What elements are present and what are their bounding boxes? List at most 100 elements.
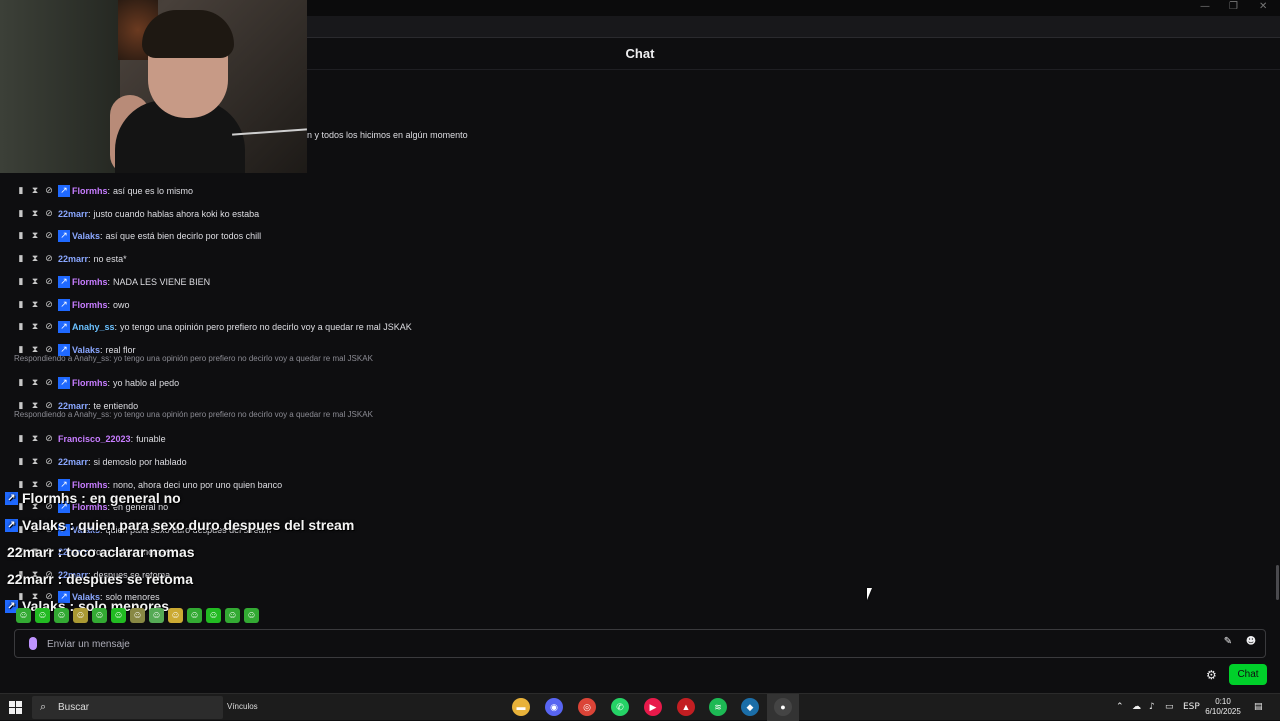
mic-icon[interactable]	[29, 637, 37, 650]
chat-username[interactable]: Flormhs	[72, 182, 108, 200]
timeout-icon[interactable]: ⧗	[28, 273, 42, 291]
minimize-icon[interactable]: —	[1200, 1, 1210, 12]
chat-message[interactable]: ▮ ⧗ ⊘ ↗ Valaks: así que está bien decirlo por…	[14, 227, 261, 245]
overlay-message: ↗ Flormhs : en general no	[3, 485, 181, 511]
chat-input[interactable]	[47, 636, 1147, 652]
chat-message[interactable]: ▮ ⧗ ⊘ ↗ Anahy_ss: yo tengo una opinión pero p…	[14, 318, 412, 336]
emoji-icon[interactable]: ☻	[1244, 636, 1258, 650]
emote-icon[interactable]: ☺	[187, 608, 202, 623]
chat-username[interactable]: 22marr	[58, 453, 88, 471]
media-player-icon[interactable]: ▶	[644, 698, 662, 716]
chat-message[interactable]: ▮ ⧗ ⊘ 22marr: justo cuando hablas ahora koki…	[14, 205, 260, 223]
chevron-up-icon[interactable]: ⌃	[1116, 702, 1124, 712]
timeout-icon[interactable]: ⧗	[28, 453, 42, 471]
emote-icon[interactable]: ☺	[73, 608, 88, 623]
language-indicator[interactable]: ESP	[1183, 702, 1200, 712]
chat-message-text: no esta*	[93, 254, 127, 264]
ban-icon[interactable]: ⊘	[42, 182, 56, 200]
ban-icon[interactable]: ⊘	[42, 453, 56, 471]
chat-username[interactable]: 22marr	[58, 250, 88, 268]
emote-icon[interactable]: ☺	[54, 608, 69, 623]
delete-icon[interactable]: ▮	[14, 430, 28, 448]
gear-icon[interactable]: ⚙	[1206, 668, 1217, 682]
delete-icon[interactable]: ▮	[14, 227, 28, 245]
chrome-icon[interactable]: ◎	[578, 698, 596, 716]
links-toolbar[interactable]: Vínculos	[227, 702, 258, 711]
close-icon[interactable]: ✕	[1259, 1, 1267, 12]
timeout-icon[interactable]: ⧗	[28, 250, 42, 268]
timeout-icon[interactable]: ⧗	[28, 227, 42, 245]
windows-start-icon[interactable]	[9, 701, 22, 714]
chat-input-box[interactable]: ✎ ☻	[14, 629, 1266, 658]
timeout-icon[interactable]: ⧗	[28, 182, 42, 200]
emote-icon[interactable]: ☺	[16, 608, 31, 623]
delete-icon[interactable]: ▮	[14, 182, 28, 200]
chat-message[interactable]: ▮ ⧗ ⊘ ↗ Flormhs: así que es lo mismo	[14, 182, 193, 200]
spotify-icon[interactable]: ≋	[709, 698, 727, 716]
timeout-icon[interactable]: ⧗	[28, 296, 42, 314]
file-explorer-icon[interactable]: ▬	[512, 698, 530, 716]
chat-username[interactable]: Flormhs	[72, 296, 108, 314]
delete-icon[interactable]: ▮	[14, 205, 28, 223]
prime-badge-icon: ↗	[58, 321, 70, 333]
steam-icon[interactable]: ◆	[741, 698, 759, 716]
ban-icon[interactable]: ⊘	[42, 273, 56, 291]
emote-row[interactable]: ☺ ☺ ☺ ☺ ☺ ☺ ☺ ☺ ☺ ☺ ☺ ☺ ☺	[16, 608, 259, 624]
emote-icon[interactable]: ☺	[244, 608, 259, 623]
delete-icon[interactable]: ▮	[14, 273, 28, 291]
chat-message-text: así que es lo mismo	[113, 186, 194, 196]
emote-icon[interactable]: ☺	[225, 608, 240, 623]
overlay-text: quien para sexo duro despues del stream	[78, 517, 355, 533]
emote-icon[interactable]: ☺	[111, 608, 126, 623]
notifications-icon[interactable]: ▤	[1254, 702, 1263, 712]
game-app-icon[interactable]: ▲	[677, 698, 695, 716]
chat-username[interactable]: Flormhs	[72, 374, 108, 392]
emote-icon[interactable]: ☺	[168, 608, 183, 623]
discord-icon[interactable]: ◉	[545, 698, 563, 716]
ban-icon[interactable]: ⊘	[42, 227, 56, 245]
chat-username[interactable]: Anahy_ss	[72, 318, 115, 336]
ban-icon[interactable]: ⊘	[42, 205, 56, 223]
obs-icon[interactable]: ●	[774, 698, 792, 716]
ban-icon[interactable]: ⊘	[42, 374, 56, 392]
chat-username[interactable]: Francisco_22023	[58, 430, 131, 448]
emote-icon[interactable]: ☺	[130, 608, 145, 623]
chat-message[interactable]: ▮ ⧗ ⊘ 22marr: no esta*	[14, 250, 127, 268]
chat-username[interactable]: Flormhs	[72, 273, 108, 291]
emote-icon[interactable]: ☺	[149, 608, 164, 623]
volume-icon[interactable]: ♪	[1149, 702, 1155, 712]
emote-icon[interactable]: ☺	[206, 608, 221, 623]
ban-icon[interactable]: ⊘	[42, 250, 56, 268]
emote-icon[interactable]: ☺	[92, 608, 107, 623]
scrollbar[interactable]	[1276, 565, 1279, 600]
whatsapp-icon[interactable]: ✆	[611, 698, 629, 716]
chat-send-button[interactable]: Chat	[1229, 664, 1267, 685]
ban-icon[interactable]: ⊘	[42, 430, 56, 448]
chat-message[interactable]: ▮ ⧗ ⊘ ↗ Flormhs: NADA LES VIENE BIEN	[14, 273, 210, 291]
delete-icon[interactable]: ▮	[14, 374, 28, 392]
taskbar-search[interactable]: ⌕ Buscar	[32, 696, 223, 719]
translate-icon[interactable]: ✎	[1221, 636, 1235, 650]
delete-icon[interactable]: ▮	[14, 318, 28, 336]
ban-icon[interactable]: ⊘	[42, 296, 56, 314]
cloud-icon[interactable]: ☁	[1132, 702, 1141, 712]
maximize-icon[interactable]: ❐	[1229, 1, 1238, 12]
overlay-message: 22marr : toco aclarar nomas	[7, 544, 195, 560]
network-icon[interactable]: ▭	[1165, 702, 1174, 712]
timeout-icon[interactable]: ⧗	[28, 430, 42, 448]
delete-icon[interactable]: ▮	[14, 250, 28, 268]
chat-message[interactable]: ▮ ⧗ ⊘ ↗ Flormhs: owo	[14, 296, 130, 314]
emote-icon[interactable]: ☺	[35, 608, 50, 623]
chat-username[interactable]: 22marr	[58, 205, 88, 223]
delete-icon[interactable]: ▮	[14, 296, 28, 314]
ban-icon[interactable]: ⊘	[42, 318, 56, 336]
timeout-icon[interactable]: ⧗	[28, 205, 42, 223]
taskbar-clock[interactable]: 0:10 6/10/2025	[1201, 697, 1245, 717]
chat-message[interactable]: ▮ ⧗ ⊘ 22marr: si demoslo por hablado	[14, 453, 187, 471]
delete-icon[interactable]: ▮	[14, 453, 28, 471]
timeout-icon[interactable]: ⧗	[28, 318, 42, 336]
chat-message[interactable]: ▮ ⧗ ⊘ Francisco_22023: funable	[14, 430, 166, 448]
chat-message[interactable]: ▮ ⧗ ⊘ ↗ Flormhs: yo hablo al pedo	[14, 374, 179, 392]
chat-username[interactable]: Valaks	[72, 227, 100, 245]
timeout-icon[interactable]: ⧗	[28, 374, 42, 392]
